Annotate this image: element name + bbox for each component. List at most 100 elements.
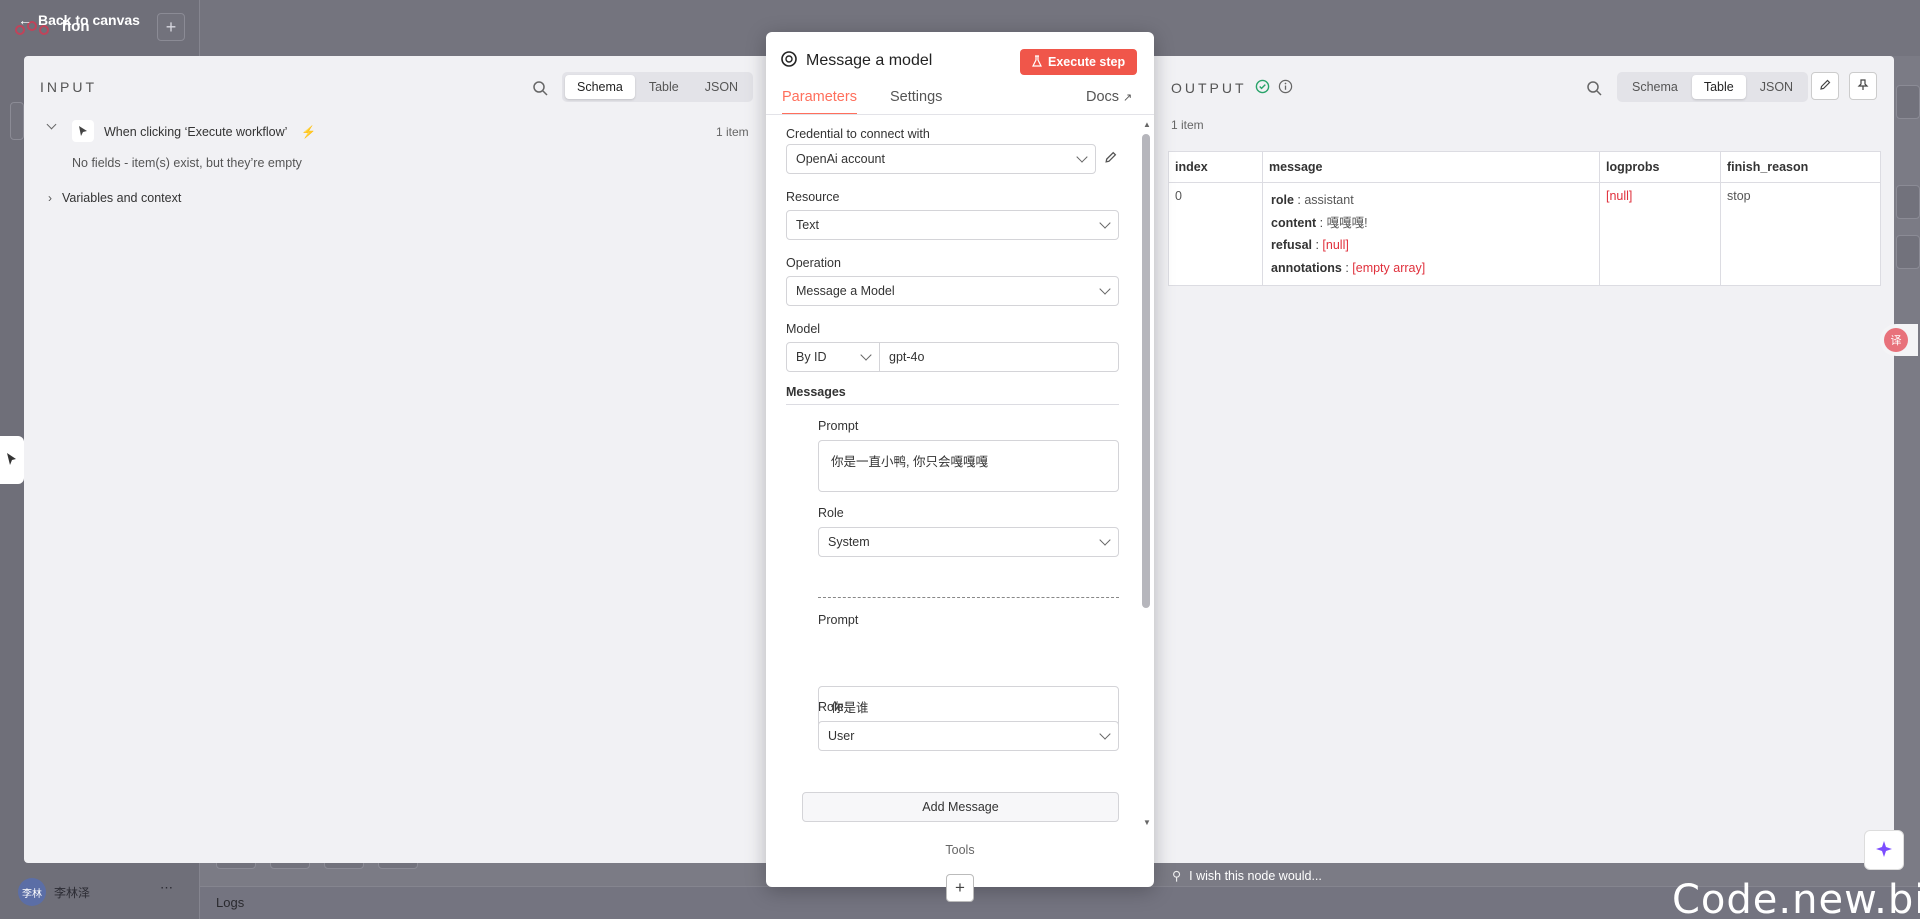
docs-link[interactable]: Docs ↗ <box>1086 89 1132 105</box>
chevron-down-icon <box>1076 151 1088 163</box>
output-header: OUTPUT <box>1171 79 1293 97</box>
input-item-count: 1 item <box>716 125 749 139</box>
pencil-icon <box>1819 79 1831 94</box>
ai-assistant-button[interactable] <box>1864 830 1904 870</box>
input-panel: INPUT Schema Table JSON When clicking ‘E… <box>24 56 766 863</box>
external-link-icon: ↗ <box>1123 91 1133 104</box>
canvas-control <box>10 102 24 140</box>
resource-select[interactable]: Text <box>786 210 1119 240</box>
model-id-input[interactable]: gpt-4o <box>879 342 1119 372</box>
arrow-left-icon: ← <box>18 12 32 28</box>
info-icon[interactable] <box>1278 79 1293 97</box>
output-tab-schema[interactable]: Schema <box>1620 75 1690 99</box>
drag-handle[interactable] <box>0 436 24 484</box>
column-header-index: index <box>1168 151 1263 183</box>
column-header-logprobs: logprobs <box>1599 151 1721 183</box>
bolt-icon: ⚡ <box>301 125 316 139</box>
credential-label: Credential to connect with <box>786 127 930 141</box>
message-divider <box>818 597 1119 598</box>
scrollbar[interactable]: ▲ ▼ <box>1140 118 1152 834</box>
canvas-control <box>1896 185 1920 219</box>
chevron-down-icon <box>1099 728 1111 740</box>
translate-icon: 译 <box>1884 328 1908 352</box>
scroll-down-icon: ▼ <box>1143 818 1151 827</box>
cursor-icon <box>72 120 94 142</box>
output-title: OUTPUT <box>1171 80 1247 96</box>
credential-select[interactable]: OpenAi account <box>786 144 1096 174</box>
pin-icon <box>1857 78 1869 94</box>
output-panel: OUTPUT Schema Table JSON 1 item index me… <box>1153 56 1894 863</box>
tab-parameters[interactable]: Parameters <box>782 89 857 115</box>
model-label: Model <box>786 322 821 336</box>
scroll-up-icon: ▲ <box>1143 120 1151 129</box>
back-to-canvas-label: Back to canvas <box>38 12 140 28</box>
table-header-row: index message logprobs finish_reason <box>1168 151 1881 183</box>
cell-finish-reason: stop <box>1720 182 1881 286</box>
pin-data-button[interactable] <box>1849 72 1877 100</box>
chevron-down-icon <box>1099 534 1111 546</box>
input-tab-schema[interactable]: Schema <box>565 75 635 99</box>
role-label: Role <box>818 700 844 714</box>
user-profile[interactable]: 李林 李林泽 <box>18 878 90 906</box>
canvas-control <box>1896 85 1920 119</box>
model-mode-select[interactable]: By ID <box>786 342 880 372</box>
input-tab-json[interactable]: JSON <box>693 75 750 99</box>
more-icon[interactable]: ⋯ <box>160 880 173 896</box>
column-header-finish-reason: finish_reason <box>1720 151 1881 183</box>
execute-step-label: Execute step <box>1048 55 1126 69</box>
input-tab-table[interactable]: Table <box>637 75 691 99</box>
cell-index: 0 <box>1168 182 1263 286</box>
input-title: INPUT <box>40 79 97 95</box>
trigger-node-name: When clicking ‘Execute workflow’ <box>104 125 288 139</box>
cell-logprobs: [null] <box>1599 182 1721 286</box>
node-title: Message a model <box>806 51 933 69</box>
role-select[interactable]: User <box>818 721 1119 751</box>
cursor-icon <box>6 452 18 469</box>
table-row: 0 role : assistant content : 嘎嘎嘎! refusa… <box>1168 182 1881 286</box>
variables-context-toggle[interactable]: › Variables and context <box>48 191 181 205</box>
add-tool-button[interactable]: + <box>946 874 974 902</box>
chevron-down-icon <box>1099 217 1111 229</box>
node-settings-panel: Message a model Execute step Parameters … <box>766 32 1154 887</box>
translate-extension-button[interactable]: 译 <box>1880 324 1918 356</box>
watermark-text: Code.new.bi <box>1672 877 1920 919</box>
output-view-toggle: Schema Table JSON <box>1617 72 1809 102</box>
messages-label: Messages <box>786 385 1119 405</box>
role-select[interactable]: System <box>818 527 1119 557</box>
message-field-content: content : 嘎嘎嘎! <box>1271 215 1368 230</box>
input-view-toggle: Schema Table JSON <box>562 72 754 102</box>
output-item-count: 1 item <box>1171 118 1204 132</box>
chevron-down-icon <box>1099 283 1111 295</box>
message-field-refusal: refusal : [null] <box>1271 238 1349 252</box>
feedback-prompt[interactable]: ⚲ I wish this node would... <box>1172 868 1322 884</box>
avatar: 李林 <box>18 878 46 906</box>
logs-bar[interactable]: Logs <box>200 886 1920 919</box>
add-message-button[interactable]: Add Message <box>802 792 1119 822</box>
execute-step-button[interactable]: Execute step <box>1020 49 1138 75</box>
tab-settings[interactable]: Settings <box>890 89 942 105</box>
back-to-canvas-button[interactable]: ← Back to canvas <box>18 12 140 28</box>
pencil-icon[interactable] <box>1104 151 1117 167</box>
chevron-down-icon[interactable] <box>46 119 57 130</box>
empty-message: No fields - item(s) exist, but they’re e… <box>72 156 302 170</box>
edit-output-button[interactable] <box>1811 72 1839 100</box>
column-header-message: message <box>1262 151 1600 183</box>
output-table: index message logprobs finish_reason 0 r… <box>1168 151 1881 286</box>
tabs-divider <box>766 114 1154 115</box>
user-name: 李林泽 <box>54 885 91 900</box>
output-tab-table[interactable]: Table <box>1691 75 1746 99</box>
node-header: Message a model <box>780 50 932 71</box>
operation-select[interactable]: Message a Model <box>786 276 1119 306</box>
chevron-down-icon <box>860 349 872 361</box>
search-icon[interactable] <box>1586 80 1602 99</box>
prompt-label: Prompt <box>818 419 859 433</box>
prompt-textarea[interactable]: 你是一直小鸭, 你只会嘎嘎嘎 <box>818 440 1119 492</box>
openai-icon <box>780 50 798 71</box>
chevron-right-icon: › <box>48 191 52 205</box>
message-field-annotations: annotations : [empty array] <box>1271 260 1426 275</box>
logs-label: Logs <box>216 895 245 910</box>
check-circle-icon <box>1255 79 1270 97</box>
search-icon[interactable] <box>532 80 548 99</box>
output-tab-json[interactable]: JSON <box>1748 75 1805 99</box>
message-field-role: role : assistant <box>1271 193 1354 207</box>
